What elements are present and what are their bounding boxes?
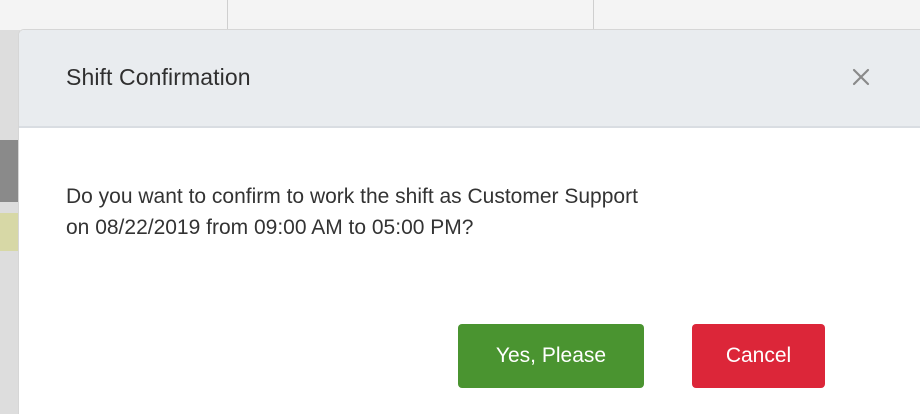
background-row-dark	[0, 140, 20, 202]
dialog-header: Shift Confirmation	[19, 30, 920, 128]
background-column-divider	[227, 0, 228, 30]
background-header-strip	[0, 0, 920, 30]
background-row-highlight	[0, 213, 20, 251]
close-icon	[852, 68, 870, 86]
dialog-title: Shift Confirmation	[66, 64, 251, 90]
shift-confirmation-dialog: Shift Confirmation Do you want to confir…	[18, 29, 920, 414]
cancel-button[interactable]: Cancel	[692, 324, 825, 388]
dialog-message-line: Do you want to confirm to work the shift…	[66, 185, 638, 208]
dialog-message: Do you want to confirm to work the shift…	[66, 181, 866, 243]
background-column-divider	[593, 0, 594, 30]
confirm-button[interactable]: Yes, Please	[458, 324, 644, 388]
dialog-message-line: on 08/22/2019 from 09:00 AM to 05:00 PM?	[66, 216, 474, 239]
close-button[interactable]	[846, 60, 876, 94]
